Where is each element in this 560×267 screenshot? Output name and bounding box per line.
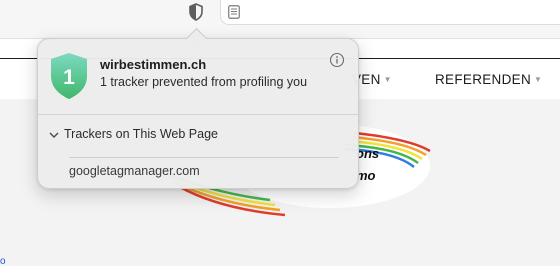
privacy-report-popover: 1 wirbestimmen.ch 1 tracker prevented fr… — [37, 27, 359, 189]
section-title: Trackers on This Web Page — [64, 127, 219, 141]
logo-text-line-1: ons — [356, 146, 379, 161]
caret-down-icon: ▼ — [534, 75, 543, 84]
section-divider — [69, 157, 339, 158]
chevron-down-icon — [49, 132, 59, 138]
reader-mode-icon[interactable] — [228, 5, 240, 19]
tracker-count-badge: 1 — [51, 53, 87, 99]
site-name: wirbestimmen.ch — [100, 57, 207, 72]
address-bar[interactable] — [220, 0, 560, 25]
tracker-count: 1 — [63, 66, 75, 89]
trackers-section-toggle[interactable]: Trackers on This Web Page — [48, 127, 218, 141]
tracker-summary: 1 tracker prevented from profiling you — [100, 75, 308, 89]
info-icon[interactable] — [329, 52, 345, 68]
privacy-report-button[interactable] — [186, 2, 206, 22]
popover-divider — [38, 114, 358, 115]
page-link[interactable]: o — [0, 256, 6, 267]
nav-item-label: REFERENDEN — [435, 72, 532, 87]
browser-toolbar — [0, 0, 560, 39]
tracker-list-item: googletagmanager.com — [69, 164, 200, 178]
caret-down-icon: ▼ — [383, 75, 392, 84]
nav-item-referenden[interactable]: REFERENDEN ▼ — [435, 72, 542, 87]
